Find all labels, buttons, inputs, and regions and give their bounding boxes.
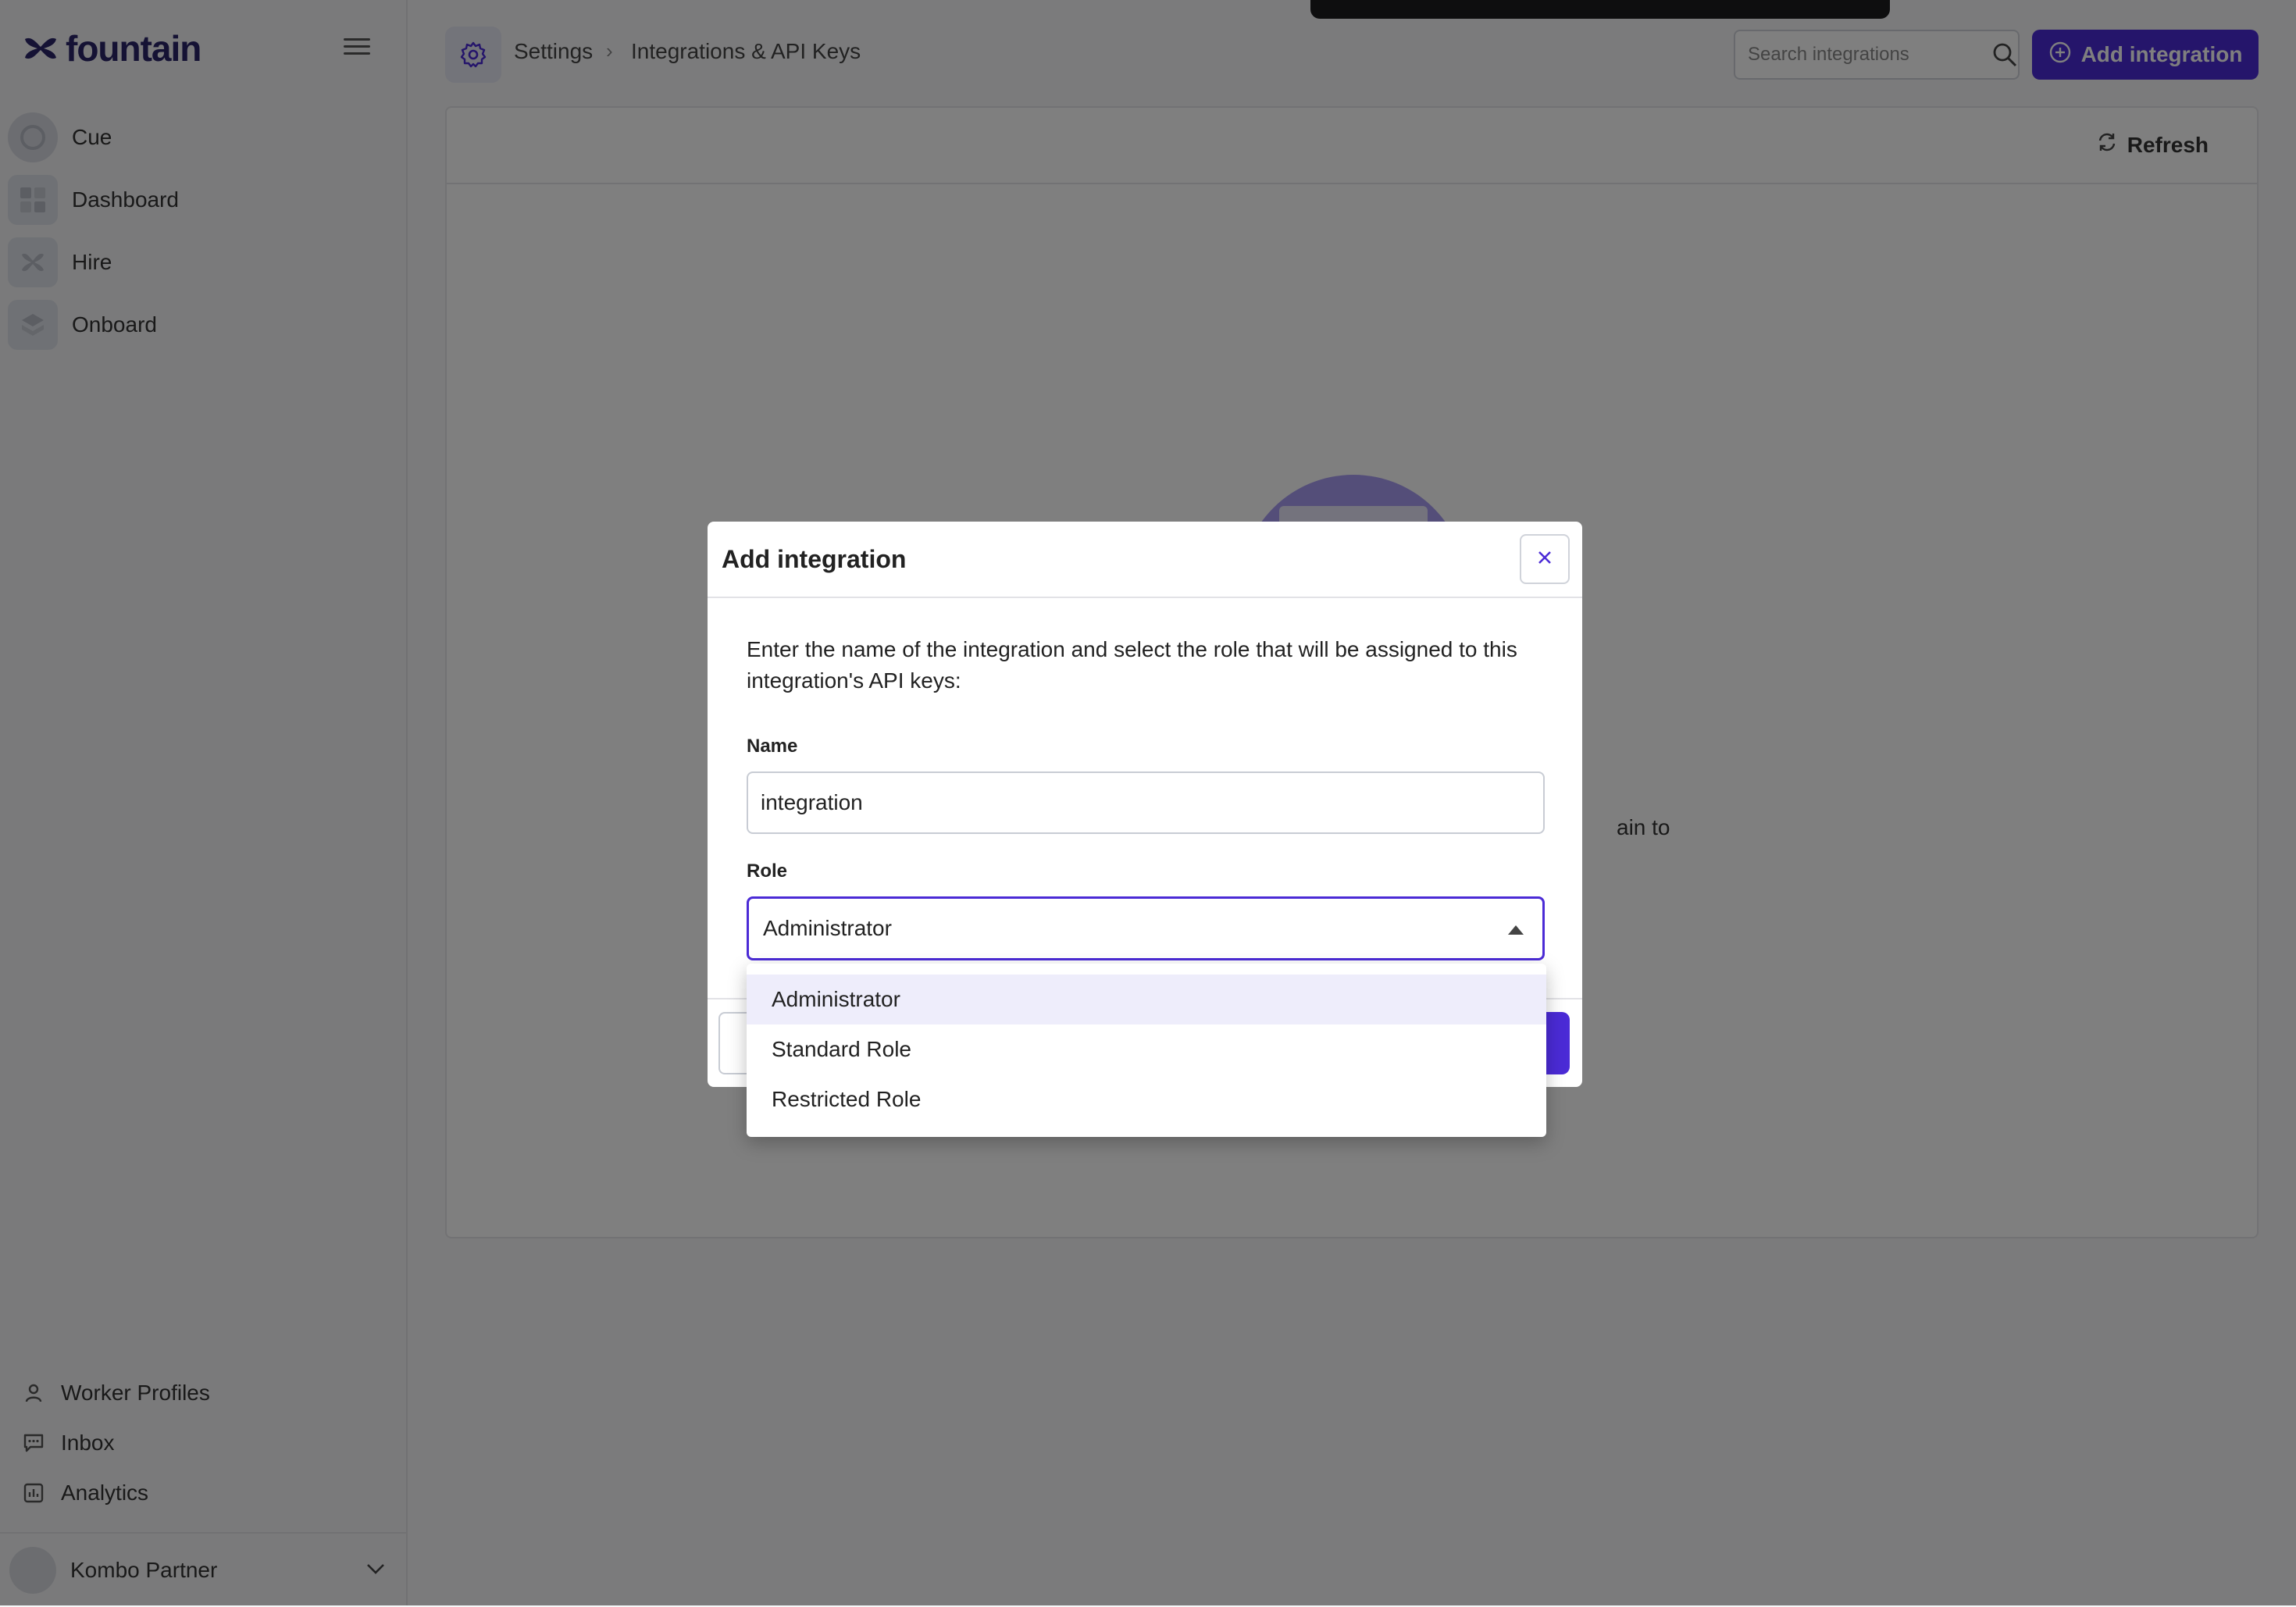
role-select[interactable]: Administrator: [747, 896, 1545, 960]
name-label: Name: [747, 736, 798, 757]
role-option-restricted[interactable]: Restricted Role: [747, 1074, 1546, 1124]
modal-header: Add integration: [708, 522, 1582, 598]
role-dropdown-menu: Administrator Standard Role Restricted R…: [747, 964, 1546, 1137]
role-option-standard[interactable]: Standard Role: [747, 1024, 1546, 1074]
modal-title: Add integration: [722, 545, 907, 573]
role-option-administrator[interactable]: Administrator: [747, 975, 1546, 1024]
name-input[interactable]: integration: [747, 771, 1545, 834]
role-label: Role: [747, 861, 788, 882]
role-selected-value: Administrator: [763, 916, 892, 940]
caret-up-icon: [1508, 925, 1524, 935]
close-button[interactable]: [1520, 534, 1570, 584]
close-icon: [1536, 549, 1553, 570]
modal-description: Enter the name of the integration and se…: [747, 637, 1517, 693]
